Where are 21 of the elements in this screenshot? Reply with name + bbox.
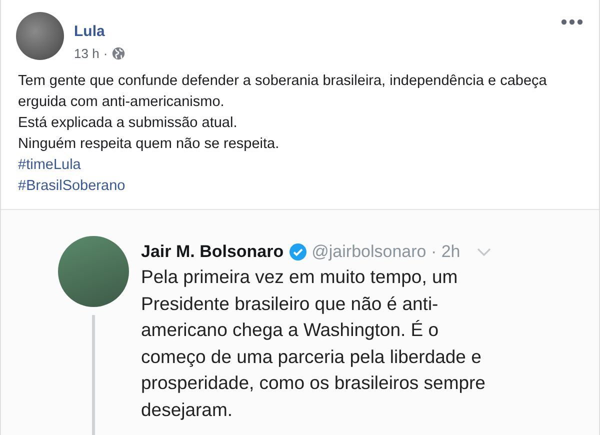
chevron-icon [477, 248, 492, 256]
post-text: Ninguém respeita quem não se respeita. [18, 135, 280, 154]
hashtag-link[interactable]: #BrasilSoberano [18, 176, 126, 197]
post-time[interactable]: 13 h [74, 46, 100, 61]
tweet-text: Pela primeira vez em muito tempo, um [141, 265, 459, 289]
separator: · [103, 46, 108, 61]
tweet-text: Presidente brasileiro que não é anti- [141, 292, 440, 316]
tweet-text: começo de uma parceria pela liberdade e [141, 344, 482, 369]
tweet-author: Jair M. Bolsonaro [141, 242, 284, 262]
avatar[interactable] [16, 12, 64, 60]
post-text: Está explicada a submissão atual. [18, 114, 238, 133]
tweet-text: desejaram. [141, 398, 234, 422]
globe-icon [112, 47, 125, 60]
hashtag-link[interactable]: #timeLula [18, 155, 81, 176]
tweet-handle: @jairbolsonaro · 2h [312, 242, 460, 262]
post-text: Tem gente que confunde defender a soberania brasileira, independência e cabeça erguida com anti-americanismo. [18, 72, 548, 112]
verified-icon [288, 243, 307, 261]
more-options-icon[interactable] [559, 17, 585, 27]
tweet-text: americano chega a Washington. É o [141, 318, 440, 342]
tweet-text: prosperidade, como os brasileiros sempre [141, 371, 486, 395]
author-name[interactable]: Lula [74, 23, 105, 40]
